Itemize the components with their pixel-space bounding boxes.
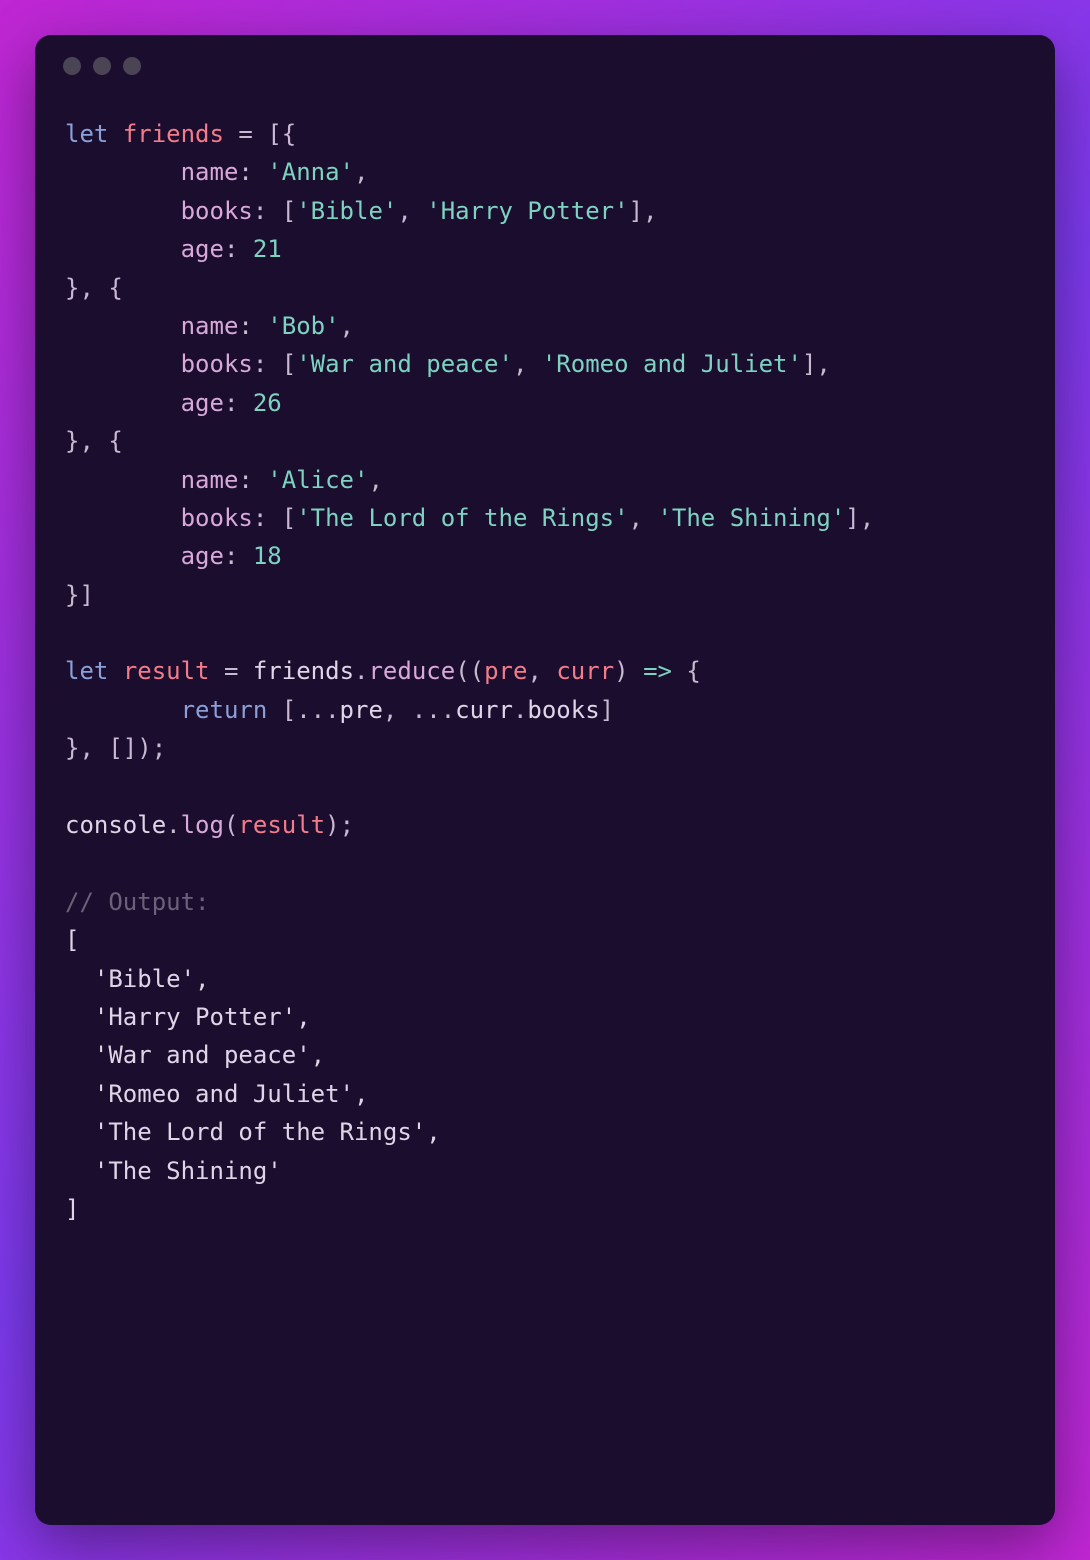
- code-token: books: [181, 197, 253, 225]
- code-token: age: [181, 389, 224, 417]
- code-token: =: [224, 657, 238, 685]
- code-token: return: [181, 696, 268, 724]
- code-content: let friends = [{ name: 'Anna', books: ['…: [35, 85, 1055, 1258]
- code-token: 26: [253, 389, 282, 417]
- code-token: ,: [340, 312, 354, 340]
- code-token: 'War and peace': [296, 350, 513, 378]
- code-token: 'The Lord of the Rings': [296, 504, 628, 532]
- code-token: pre: [484, 657, 527, 685]
- code-token: =: [238, 120, 252, 148]
- code-token: .: [354, 657, 368, 685]
- code-token: }, {: [65, 427, 123, 455]
- code-token: 'Anna': [267, 158, 354, 186]
- code-token: curr: [556, 657, 614, 685]
- code-token: name: [181, 312, 239, 340]
- code-token: [: [282, 350, 296, 378]
- code-token: ],: [802, 350, 831, 378]
- code-token: :: [253, 350, 267, 378]
- code-token: curr: [455, 696, 513, 724]
- code-token: {: [686, 657, 700, 685]
- window-header: [35, 35, 1055, 85]
- code-token: result: [238, 811, 325, 839]
- code-token: pre: [340, 696, 383, 724]
- code-token: :: [238, 312, 252, 340]
- code-token: :: [224, 542, 238, 570]
- code-token: :: [253, 504, 267, 532]
- code-token: books: [181, 350, 253, 378]
- code-token: books: [181, 504, 253, 532]
- code-token: ((: [455, 657, 484, 685]
- code-token: 'Romeo and Juliet': [542, 350, 802, 378]
- code-token: reduce: [368, 657, 455, 685]
- code-token: ],: [629, 197, 658, 225]
- window-close-dot[interactable]: [63, 57, 81, 75]
- code-token: let: [65, 120, 108, 148]
- code-token: [ 'Bible', 'Harry Potter', 'War and peac…: [65, 926, 441, 1223]
- code-token: ]: [600, 696, 614, 724]
- code-token: [...: [282, 696, 340, 724]
- code-token: :: [238, 466, 252, 494]
- code-token: name: [181, 158, 239, 186]
- code-token: , ...: [383, 696, 455, 724]
- window-maximize-dot[interactable]: [123, 57, 141, 75]
- code-token: [{: [267, 120, 296, 148]
- code-token: // Output:: [65, 888, 210, 916]
- code-token: [: [282, 504, 296, 532]
- code-window: let friends = [{ name: 'Anna', books: ['…: [35, 35, 1055, 1525]
- code-token: :: [224, 389, 238, 417]
- code-token: age: [181, 542, 224, 570]
- code-token: );: [325, 811, 354, 839]
- code-token: 18: [253, 542, 282, 570]
- code-token: ],: [845, 504, 874, 532]
- code-token: ,: [368, 466, 382, 494]
- code-token: name: [181, 466, 239, 494]
- code-token: friends: [253, 657, 354, 685]
- code-token: ,: [527, 657, 541, 685]
- code-token: books: [527, 696, 599, 724]
- code-token: log: [181, 811, 224, 839]
- code-token: 'Alice': [267, 466, 368, 494]
- code-token: [: [282, 197, 296, 225]
- code-token: .: [166, 811, 180, 839]
- code-token: 'Harry Potter': [426, 197, 628, 225]
- code-token: :: [253, 197, 267, 225]
- code-token: .: [513, 696, 527, 724]
- window-minimize-dot[interactable]: [93, 57, 111, 75]
- code-token: }, {: [65, 274, 123, 302]
- code-token: let: [65, 657, 108, 685]
- code-token: friends: [123, 120, 224, 148]
- code-token: }]: [65, 581, 94, 609]
- code-token: :: [238, 158, 252, 186]
- code-token: :: [224, 235, 238, 263]
- code-token: 'Bible': [296, 197, 397, 225]
- code-token: result: [123, 657, 210, 685]
- code-token: 'The Shining': [657, 504, 845, 532]
- code-token: ,: [629, 504, 643, 532]
- code-token: 'Bob': [267, 312, 339, 340]
- code-token: ,: [397, 197, 411, 225]
- code-token: =>: [643, 657, 672, 685]
- code-token: ,: [354, 158, 368, 186]
- code-token: ): [614, 657, 628, 685]
- code-token: ,: [513, 350, 527, 378]
- code-token: console: [65, 811, 166, 839]
- code-token: age: [181, 235, 224, 263]
- code-token: }, []);: [65, 734, 166, 762]
- code-token: (: [224, 811, 238, 839]
- code-token: 21: [253, 235, 282, 263]
